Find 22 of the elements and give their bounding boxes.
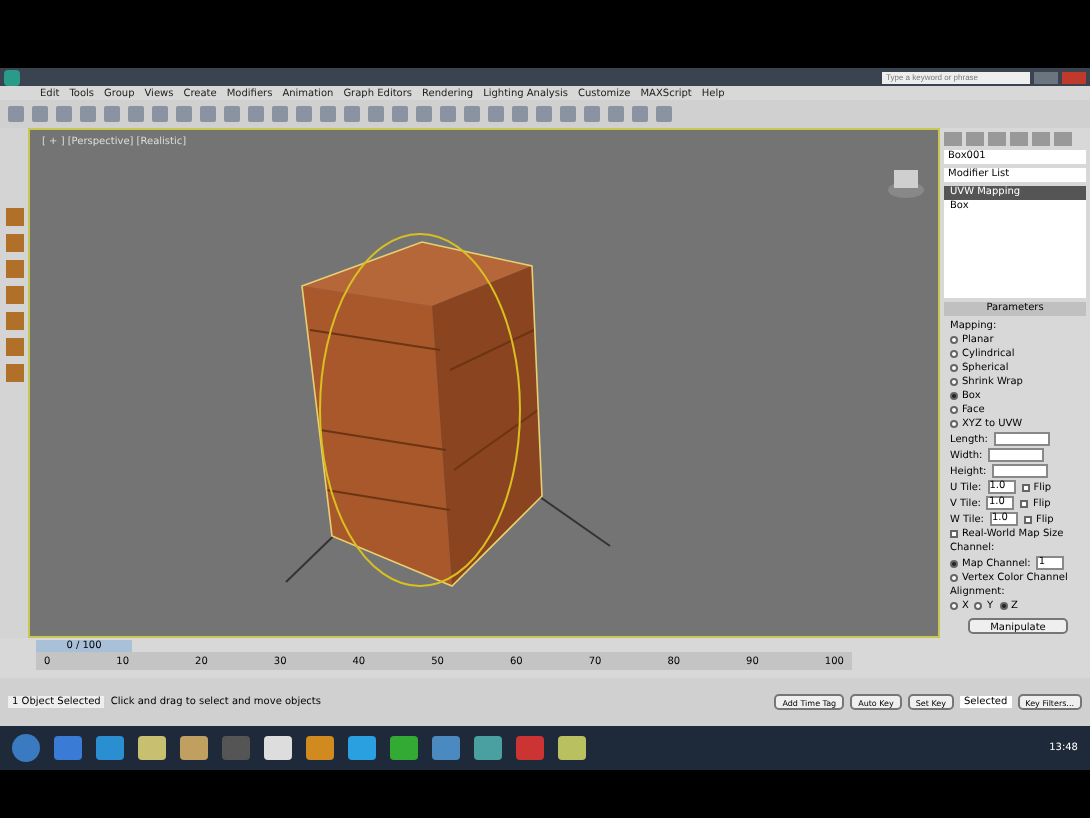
minimize-button[interactable] <box>1034 71 1058 83</box>
spinner-field[interactable] <box>993 432 1050 446</box>
viewcube-icon[interactable] <box>888 170 924 198</box>
taskbar-app-icon[interactable] <box>348 736 376 760</box>
taskbar-app-icon[interactable] <box>96 736 124 760</box>
taskbar-app-icon[interactable] <box>138 736 166 760</box>
taskbar-app-icon[interactable] <box>54 736 82 760</box>
rotate-gizmo[interactable] <box>319 233 521 587</box>
taskbar-app-icon[interactable] <box>264 736 292 760</box>
taskbar-app-icon[interactable] <box>432 736 460 760</box>
taskbar-app-icon[interactable] <box>306 736 334 760</box>
taskbar-app-icon[interactable] <box>558 736 586 760</box>
spinner-field[interactable] <box>992 464 1049 478</box>
taskbar-app-icon[interactable] <box>180 736 208 760</box>
taskbar-app-icon[interactable] <box>390 736 418 760</box>
app-logo-icon <box>4 69 20 85</box>
taskbar-app-icon[interactable] <box>474 736 502 760</box>
spinner-field[interactable] <box>988 448 1045 462</box>
taskbar-app-icon[interactable] <box>516 736 544 760</box>
taskbar-app-icon[interactable] <box>222 736 250 760</box>
start-button[interactable] <box>12 734 40 762</box>
close-button[interactable] <box>1062 71 1086 83</box>
